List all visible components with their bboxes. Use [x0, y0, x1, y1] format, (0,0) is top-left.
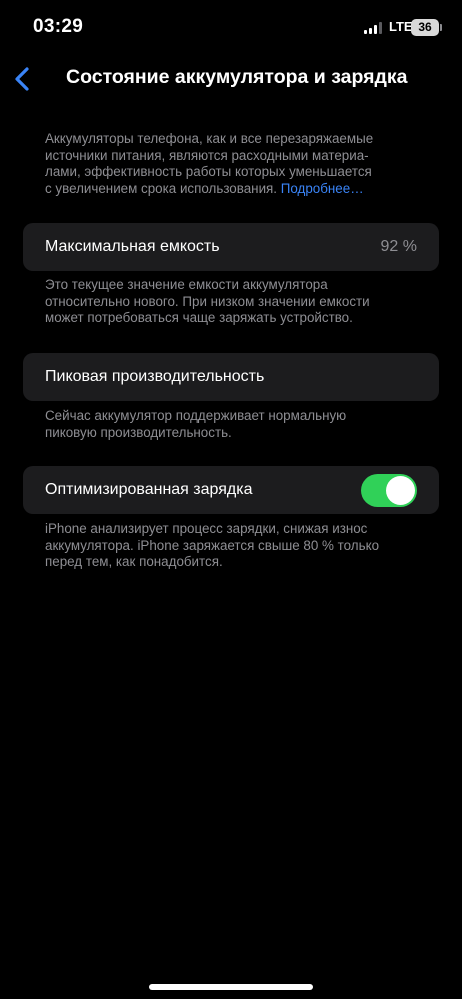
battery-icon: 36	[411, 19, 439, 36]
page-title: Состояние аккумулятора и зарядка	[66, 66, 408, 88]
intro-line: лами, эффективность работы которых умень…	[45, 164, 372, 179]
chevron-left-icon	[15, 67, 29, 91]
learn-more-link[interactable]: Подробнее…	[281, 181, 364, 196]
optimized-charging-toggle[interactable]	[361, 474, 417, 507]
intro-line-last: с увеличением срока использования. Подро…	[45, 181, 425, 198]
footer-line: Это текущее значение емкости аккумулятор…	[45, 277, 328, 292]
intro-text: Аккумуляторы телефона, как и все перезар…	[45, 131, 425, 197]
peak-performance-label: Пиковая производительность	[45, 368, 265, 385]
footer-line: может потребоваться чаще заряжать устрой…	[45, 310, 353, 325]
footer-line: относительно нового. При низком значении…	[45, 293, 370, 309]
status-bar: 03:29 LTE 36	[0, 0, 462, 56]
status-time: 03:29	[33, 16, 84, 37]
toggle-knob	[386, 476, 415, 505]
intro-line: Аккумуляторы телефона, как и все перезар…	[45, 131, 374, 146]
peak-performance-footer: Сейчас аккумулятор поддерживает нормальн…	[45, 408, 425, 441]
max-capacity-footer: Это текущее значение емкости аккумулятор…	[45, 277, 425, 327]
footer-line: iPhone анализирует процесс зарядки, сниж…	[45, 521, 368, 536]
cellular-signal-icon	[364, 22, 384, 34]
footer-line: аккумулятора. iPhone заряжается свыше 80…	[45, 537, 380, 553]
intro-line: с увеличением срока использования.	[45, 180, 281, 196]
max-capacity-label: Максимальная емкость	[45, 238, 220, 255]
max-capacity-row: Максимальная емкость 92 %	[23, 223, 439, 271]
footer-line: перед тем, как понадобится.	[45, 554, 223, 569]
optimized-charging-row: Оптимизированная зарядка	[23, 466, 439, 514]
network-type: LTE	[389, 19, 413, 34]
intro-line: источники питания, являются расходными м…	[45, 147, 369, 163]
home-indicator[interactable]	[149, 984, 313, 990]
back-button[interactable]	[10, 62, 38, 96]
peak-performance-row: Пиковая производительность	[23, 353, 439, 401]
footer-line: пиковую производительность.	[45, 424, 232, 440]
footer-line: Сейчас аккумулятор поддерживает нормальн…	[45, 408, 347, 423]
max-capacity-value: 92 %	[380, 238, 417, 255]
battery-tip	[440, 24, 442, 31]
optimized-charging-label: Оптимизированная зарядка	[45, 481, 253, 498]
battery-level: 36	[418, 20, 432, 34]
optimized-charging-footer: iPhone анализирует процесс зарядки, сниж…	[45, 521, 425, 571]
